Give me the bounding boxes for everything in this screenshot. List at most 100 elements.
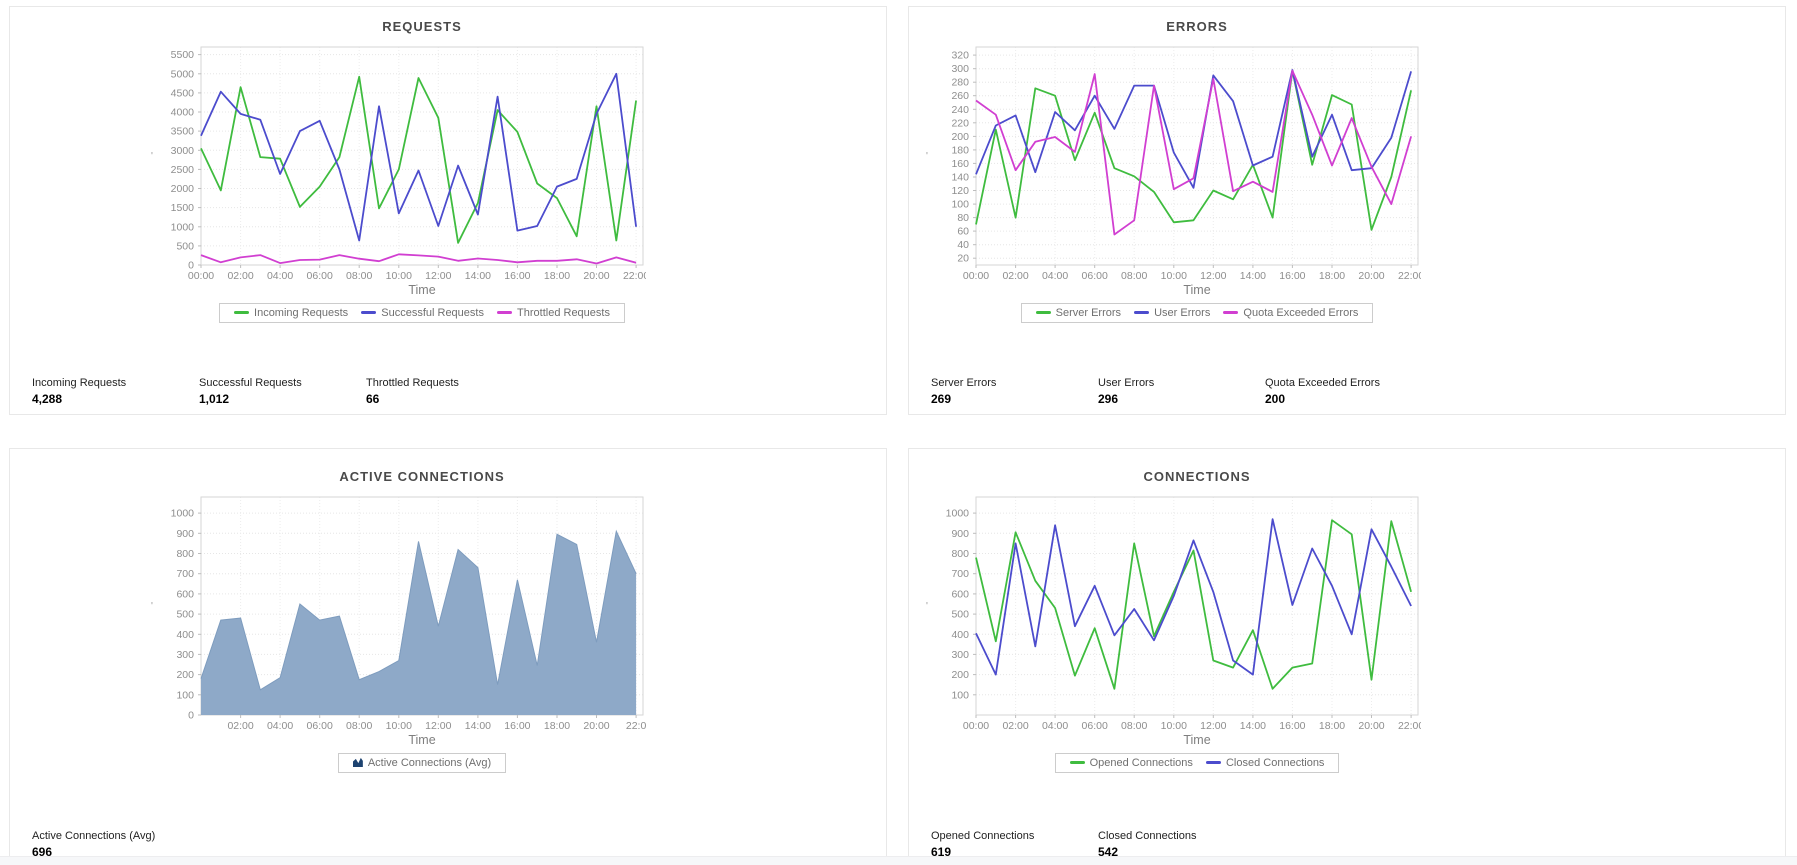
y-tick-label: 700 (176, 568, 194, 580)
x-tick-label: 06:00 (1082, 270, 1108, 282)
y-tick-label: 260 (951, 90, 969, 102)
y-tick-label: 100 (951, 199, 969, 211)
chart-title-errors: ERRORS (1166, 19, 1228, 34)
y-tick-label: 800 (176, 548, 194, 560)
y-axis-mark: ' (926, 151, 928, 162)
y-tick-label: 600 (951, 588, 969, 600)
y-tick-label: 3000 (171, 145, 195, 157)
x-tick-label: 08:00 (1121, 270, 1147, 282)
connections-stats: Opened Connections 619 Closed Connection… (931, 830, 1265, 859)
y-tick-label: 200 (176, 669, 194, 681)
stat-quota-exceeded-errors: Quota Exceeded Errors 200 (1265, 377, 1432, 406)
x-axis-title: Time (408, 733, 435, 747)
requests-legend-row: Incoming Requests Successful Requests Th… (201, 303, 643, 323)
series-incoming-requests (200, 75, 637, 244)
stat-label: User Errors (1098, 377, 1155, 389)
y-tick-label: 700 (951, 568, 969, 580)
stat-incoming-requests: Incoming Requests 4,288 (32, 377, 199, 406)
active-connections-legend: Active Connections (Avg) (337, 753, 507, 773)
x-tick-label: 14:00 (465, 720, 491, 732)
y-tick-label: 3500 (171, 126, 195, 138)
chart-title-connections: CONNECTIONS (1143, 469, 1251, 484)
legend-item-throttled-requests[interactable]: Throttled Requests (497, 307, 610, 319)
stat-value: 4,288 (32, 392, 63, 406)
errors-legend: Server Errors User Errors Quota Exceeded… (1020, 303, 1374, 323)
legend-label: Server Errors (1055, 307, 1122, 319)
connections-legend-row: Opened Connections Closed Connections (976, 753, 1418, 773)
x-tick-label: 10:00 (386, 270, 412, 282)
y-tick-label: 180 (951, 144, 969, 156)
y-tick-label: 500 (176, 240, 194, 252)
requests-chart-block: REQUESTS 0 500 1000 1500 2000 2500 3000 3500 400… (146, 19, 646, 323)
x-tick-label: 12:00 (425, 270, 451, 282)
active-connections-stats: Active Connections (Avg) 696 (32, 830, 199, 859)
stat-value: 269 (931, 392, 952, 406)
chart-title-active-connections: ACTIVE CONNECTIONS (339, 469, 505, 484)
x-tick-label: 20:00 (583, 270, 609, 282)
y-axis-mark: ' (151, 151, 153, 162)
y-tick-label: 160 (951, 158, 969, 170)
y-tick-label: 4500 (171, 87, 195, 99)
x-tick-label: 12:00 (425, 720, 451, 732)
x-axis-title: Time (408, 283, 435, 297)
y-tick-label: 80 (957, 212, 969, 224)
y-tick-label: 400 (176, 629, 194, 641)
legend-swatch-opened-connections (1069, 760, 1085, 764)
connections-legend: Opened Connections Closed Connections (1054, 753, 1340, 773)
stat-label: Closed Connections (1098, 830, 1197, 842)
errors-chart-block: ERRORS 20 40 60 80 100 120 140 160 180 200 220 240 2… (921, 19, 1421, 323)
connections-chart-block: CONNECTIONS 100 200 300 400 500 600 700 800 900 1… (921, 469, 1421, 773)
stat-value: 200 (1265, 392, 1286, 406)
x-tick-label: 08:00 (1121, 720, 1147, 732)
y-tick-label: 400 (951, 629, 969, 641)
legend-item-quota-exceeded-errors[interactable]: Quota Exceeded Errors (1223, 307, 1358, 319)
active-connections-chart[interactable]: 0 100 200 300 400 500 600 700 800 900 1000 02:00 04:… (146, 487, 646, 751)
x-tick-label: 12:00 (1200, 270, 1226, 282)
chart-title-requests: REQUESTS (382, 19, 462, 34)
y-tick-label: 1000 (946, 508, 970, 520)
legend-swatch-active-connections-avg (352, 757, 363, 768)
legend-swatch-quota-exceeded-errors (1223, 310, 1239, 314)
connections-chart[interactable]: 100 200 300 400 500 600 700 800 900 1000 00:00 02:0… (921, 487, 1421, 751)
x-tick-label: 08:00 (346, 720, 372, 732)
stat-closed-connections: Closed Connections 542 (1098, 830, 1265, 859)
x-tick-label: 10:00 (1161, 720, 1187, 732)
y-tick-label: 320 (951, 50, 969, 62)
legend-item-successful-requests[interactable]: Successful Requests (361, 307, 484, 319)
y-tick-label: 60 (957, 226, 969, 238)
y-tick-label: 300 (951, 63, 969, 75)
legend-item-incoming-requests[interactable]: Incoming Requests (234, 307, 348, 319)
y-tick-label: 900 (951, 528, 969, 540)
legend-label: Throttled Requests (517, 307, 610, 319)
x-tick-label: 22:00 (623, 270, 646, 282)
x-tick-label: 14:00 (465, 270, 491, 282)
x-tick-label: 00:00 (963, 720, 989, 732)
x-tick-label: 18:00 (1319, 270, 1345, 282)
gridlines (975, 47, 1418, 265)
stat-throttled-requests: Throttled Requests 66 (366, 377, 533, 406)
requests-chart[interactable]: 0500100015002000250030003500400045005000… (146, 37, 646, 301)
stat-label: Throttled Requests (366, 377, 459, 389)
legend-item-server-errors[interactable]: Server Errors (1035, 307, 1122, 319)
dashboard-page: REQUESTS 0 500 1000 1500 2000 2500 3000 3500 400… (0, 0, 1797, 865)
x-tick-label: 00:00 (963, 270, 989, 282)
x-tick-label: 14:00 (1240, 720, 1266, 732)
errors-chart[interactable]: 20 4060 80100 120140 160 180200 220240 260280 30… (921, 37, 1421, 301)
y-tick-label: 500 (951, 609, 969, 621)
x-tick-label: 10:00 (386, 720, 412, 732)
legend-item-active-connections-avg[interactable]: Active Connections (Avg) (352, 757, 491, 769)
y-tick-label: 100 (951, 689, 969, 701)
y-tick-label: 280 (951, 77, 969, 89)
legend-swatch-throttled-requests (497, 310, 513, 314)
legend-item-opened-connections[interactable]: Opened Connections (1069, 757, 1193, 769)
legend-item-user-errors[interactable]: User Errors (1134, 307, 1210, 319)
legend-label: Incoming Requests (254, 307, 349, 319)
y-tick-label: 600 (176, 588, 194, 600)
legend-item-closed-connections[interactable]: Closed Connections (1205, 757, 1324, 769)
series-throttled-requests (200, 253, 637, 265)
legend-swatch-user-errors (1134, 310, 1150, 314)
y-tick-label: 900 (176, 528, 194, 540)
x-tick-label: 04:00 (1042, 720, 1068, 732)
x-tick-label: 22:00 (1398, 270, 1421, 282)
y-tick-label: 40 (957, 239, 969, 251)
